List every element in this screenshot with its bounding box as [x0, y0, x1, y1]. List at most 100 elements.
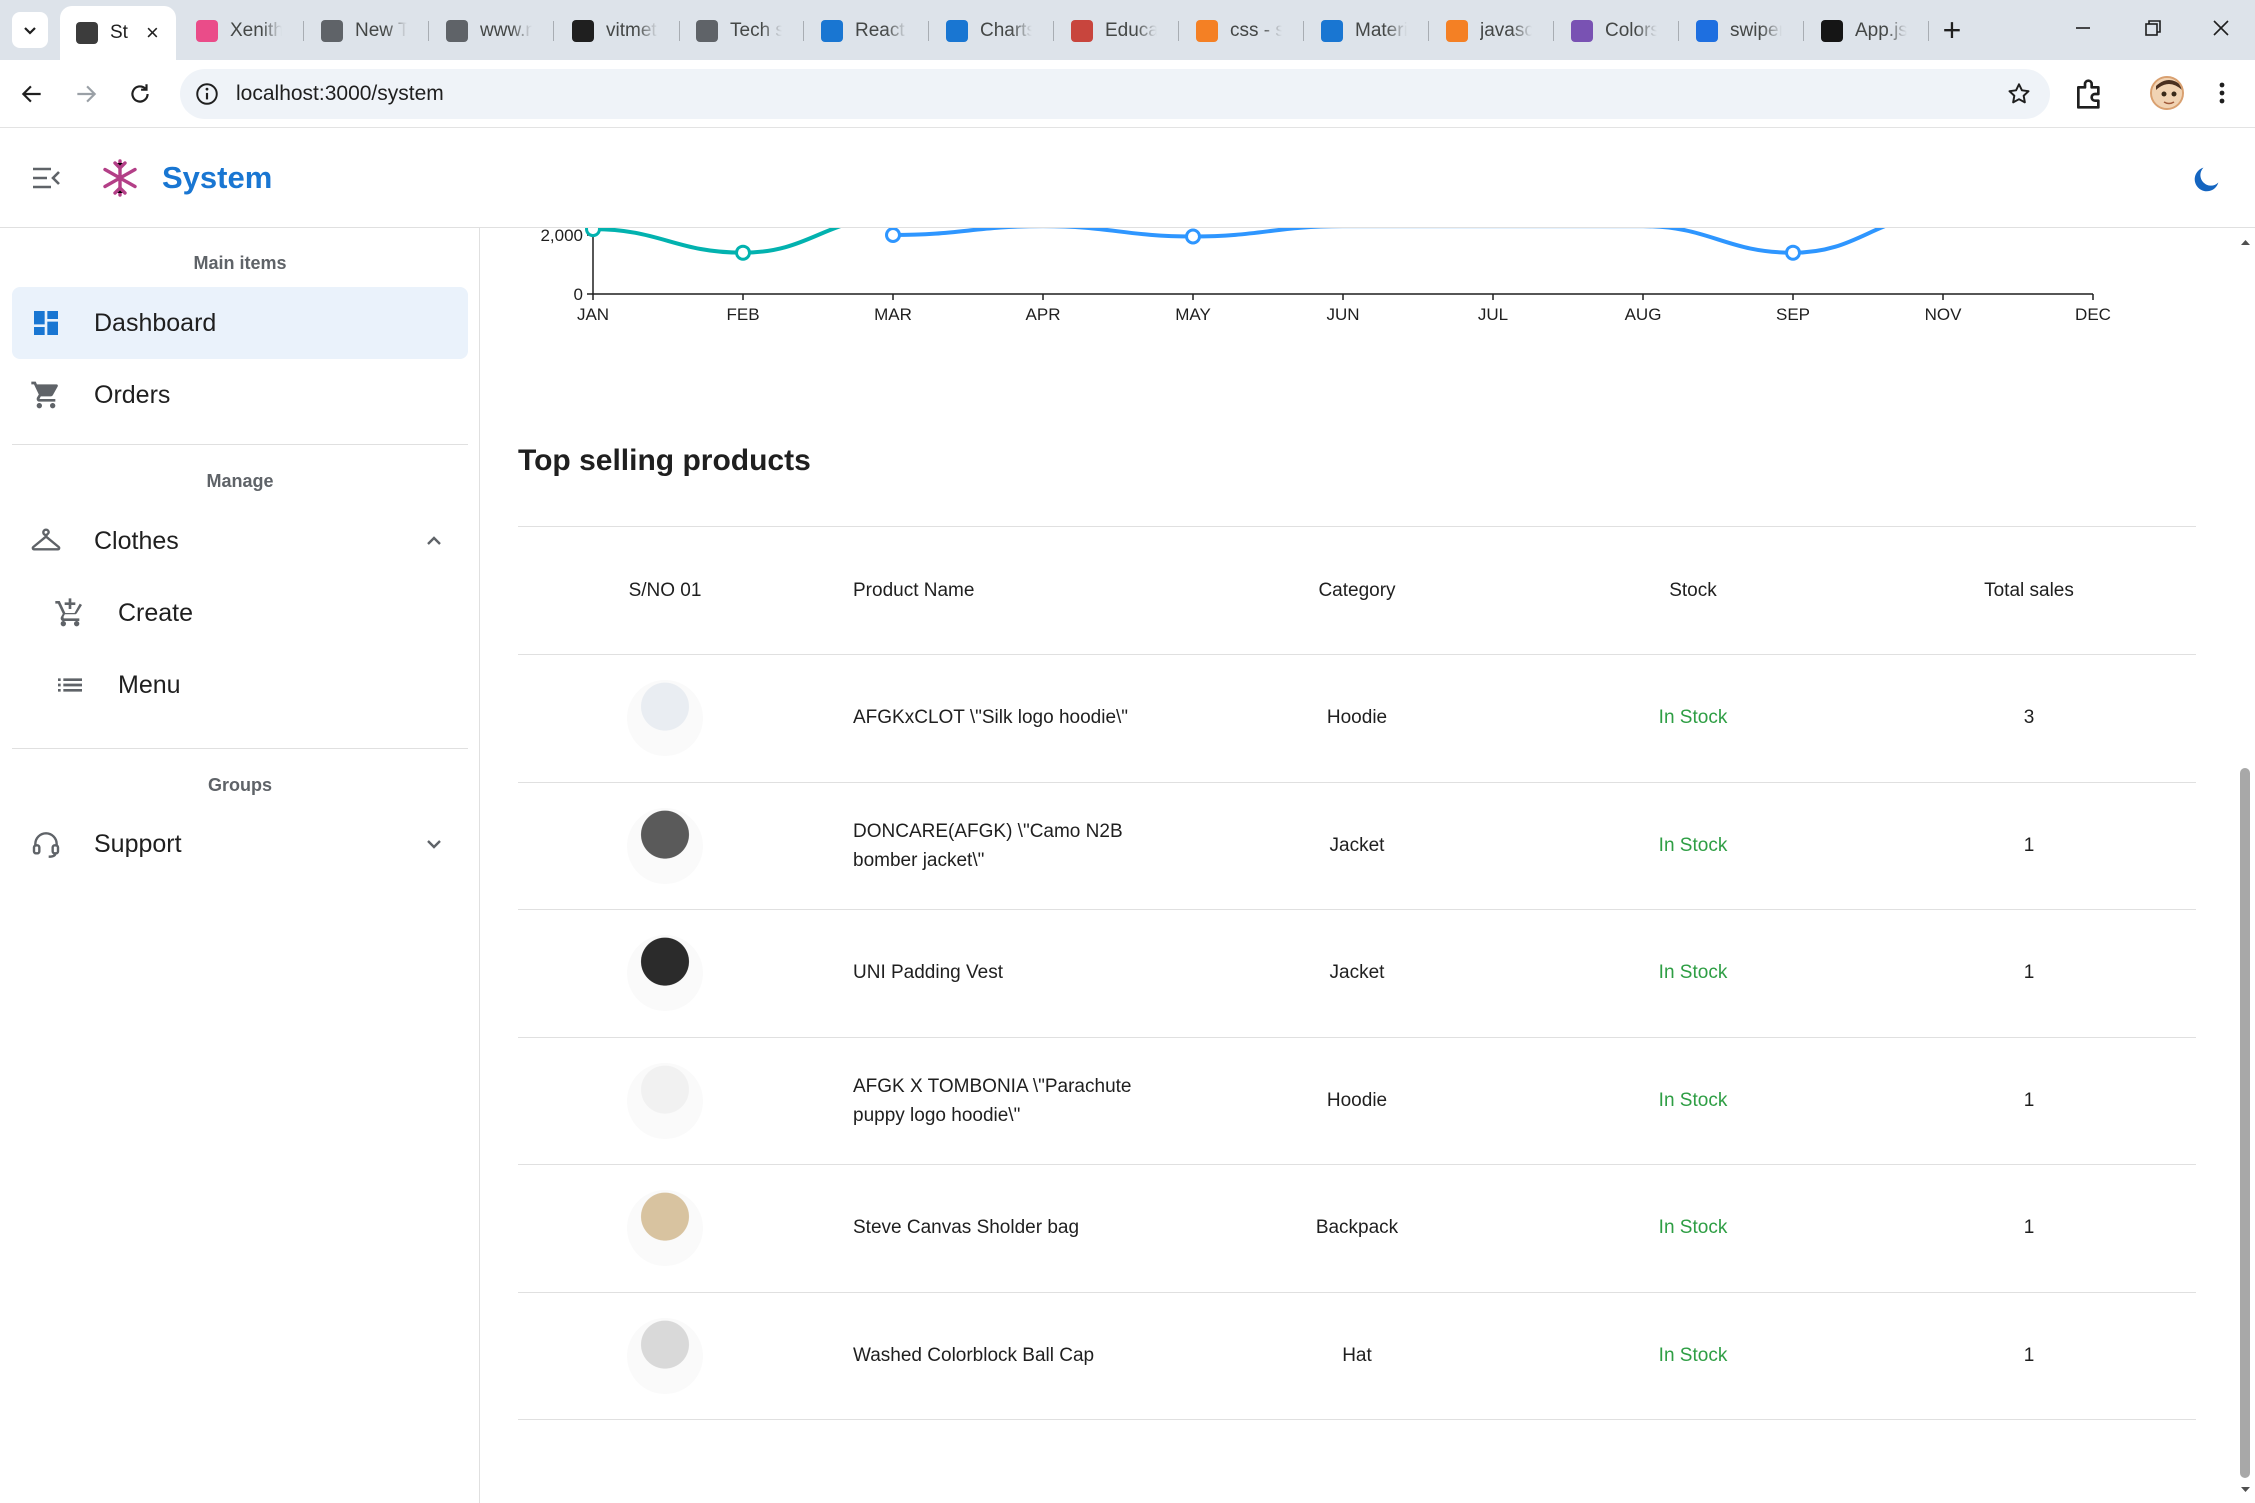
browser-tab[interactable]: Educat: [1055, 8, 1179, 54]
y-tick-label: 0: [574, 285, 583, 304]
sidebar-item-clothes[interactable]: Clothes: [12, 505, 468, 577]
forward-button[interactable]: [66, 74, 106, 114]
stock-status-cell: In Stock: [1658, 1089, 1728, 1111]
menu-toggle-button[interactable]: [30, 164, 62, 197]
mui-icon: [1321, 20, 1343, 42]
browser-tab[interactable]: Colors: [1555, 8, 1679, 54]
profile-avatar[interactable]: [2150, 76, 2184, 110]
tab-title: St: [110, 22, 128, 43]
tab-separator: [1178, 21, 1179, 41]
product-thumbnail: [627, 1190, 703, 1266]
total-sales-cell: 1: [2023, 962, 2035, 983]
tab-separator: [1803, 21, 1804, 41]
data-point: [1185, 228, 1201, 245]
browser-tab[interactable]: React (: [805, 8, 929, 54]
tab-separator: [928, 21, 929, 41]
section-title-manage: Manage: [206, 471, 274, 491]
browser-tab[interactable]: javasc: [1430, 8, 1554, 54]
sidebar-item-create[interactable]: Create: [12, 577, 468, 649]
browser-tab[interactable]: Xenith: [180, 8, 304, 54]
sidebar-item-label: Clothes: [94, 527, 179, 555]
tab-title: Charts: [980, 20, 1032, 41]
sidebar: Main items Dashboard Orders Manage Cloth…: [0, 228, 480, 1503]
product-thumbnail: [627, 807, 703, 884]
browser-menu-button[interactable]: [2212, 78, 2232, 113]
sidebar-item-label: Support: [94, 830, 182, 858]
page-scrollbar[interactable]: [2236, 228, 2255, 1503]
sidebar-divider: [12, 444, 468, 445]
x-tick-label: MAY: [1175, 305, 1211, 324]
close-tab-icon[interactable]: ×: [146, 20, 159, 46]
sidebar-item-support[interactable]: Support: [12, 808, 468, 880]
scroll-down-arrow-icon[interactable]: [2236, 1480, 2255, 1500]
sidebar-item-menu[interactable]: Menu: [12, 649, 468, 721]
tab-title: www.n: [480, 20, 532, 41]
browser-tab[interactable]: Tech st: [680, 8, 804, 54]
table-row: Washed Colorblock Ball Cap Hat In Stock 1: [481, 1293, 2255, 1420]
sidebar-item-dashboard[interactable]: Dashboard: [12, 287, 468, 359]
browser-tab[interactable]: swiper: [1680, 8, 1804, 54]
scrollbar-thumb[interactable]: [2240, 768, 2250, 1478]
category-cell: Hoodie: [1326, 707, 1388, 728]
headset-icon: [32, 832, 60, 858]
column-header-product-name: Product Name: [853, 580, 975, 601]
restore-button[interactable]: [2128, 8, 2178, 48]
scroll-up-arrow-icon[interactable]: [2236, 232, 2255, 252]
total-sales-cell: 1: [2023, 1344, 2035, 1366]
stackoverflow-icon: [1446, 20, 1468, 42]
chrome-icon: [321, 20, 343, 42]
product-name-cell: Washed Colorblock Ball Cap: [853, 1344, 1095, 1366]
list-icon: [58, 678, 82, 692]
site-info-icon[interactable]: [194, 81, 220, 112]
more-vert-icon: [2219, 82, 2225, 104]
app-icon: [76, 22, 98, 44]
new-tab-button[interactable]: +: [1934, 12, 1970, 48]
table-row: UNI Padding Vest Jacket In Stock 1: [481, 910, 2255, 1037]
url-text: localhost:3000/system: [236, 82, 444, 105]
product-name-cell: UNI Padding Vest: [853, 962, 1003, 983]
sidebar-item-label: Dashboard: [94, 309, 217, 337]
address-bar[interactable]: localhost:3000/system: [180, 69, 2050, 119]
column-header-category: Category: [1318, 580, 1396, 601]
reload-button[interactable]: [120, 74, 160, 114]
browser-tab[interactable]: css - s: [1180, 8, 1304, 54]
browser-tab[interactable]: New Ta: [305, 8, 429, 54]
extensions-icon[interactable]: [2070, 74, 2110, 119]
browser-tab[interactable]: Materi: [1305, 8, 1429, 54]
bookmark-star-icon[interactable]: [2006, 81, 2032, 112]
tab-title: javasc: [1480, 20, 1532, 41]
x-tick-label: JAN: [577, 305, 609, 324]
product-name-cell: DONCARE(AFGK) \"Camo N2B bomber jacket\": [853, 820, 1123, 871]
tab-search-button[interactable]: [12, 12, 48, 48]
reload-icon: [131, 84, 149, 103]
tab-separator: [803, 21, 804, 41]
minimize-button[interactable]: [2058, 8, 2108, 48]
product-name-cell: Steve Canvas Sholder bag: [853, 1217, 1080, 1238]
stock-status-cell: In Stock: [1658, 834, 1728, 856]
x-tick-label: AUG: [1625, 305, 1662, 324]
product-thumbnail: [627, 935, 703, 1011]
browser-tab[interactable]: App.js: [1805, 8, 1929, 54]
sidebar-item-label: Menu: [118, 671, 181, 699]
browser-tab[interactable]: Charts: [930, 8, 1054, 54]
tab-title: Educat: [1105, 20, 1157, 41]
section-title-groups: Groups: [207, 775, 272, 795]
category-cell: Hat: [1342, 1344, 1372, 1366]
column-header-stock: Stock: [1669, 580, 1717, 601]
browser-tab[interactable]: St ×: [60, 6, 176, 60]
browser-tab[interactable]: www.n: [430, 8, 554, 54]
stock-status-cell: In Stock: [1658, 707, 1728, 728]
tab-separator: [1053, 21, 1054, 41]
x-tick-label: JUN: [1326, 305, 1359, 324]
minimize-icon: [2076, 27, 2090, 29]
theme-toggle-button[interactable]: [2190, 162, 2224, 201]
sidebar-item-orders[interactable]: Orders: [12, 359, 468, 431]
category-cell: Hoodie: [1326, 1089, 1388, 1111]
browser-tab[interactable]: vitmet: [556, 8, 680, 54]
tab-title: React (: [855, 20, 907, 41]
close-window-button[interactable]: [2196, 8, 2246, 48]
globe-icon: [446, 20, 468, 42]
products-title: Top selling products: [518, 444, 811, 477]
table-row: AFGK X TOMBONIA \"Parachute puppy logo h…: [481, 1038, 2255, 1165]
back-button[interactable]: [12, 74, 52, 114]
